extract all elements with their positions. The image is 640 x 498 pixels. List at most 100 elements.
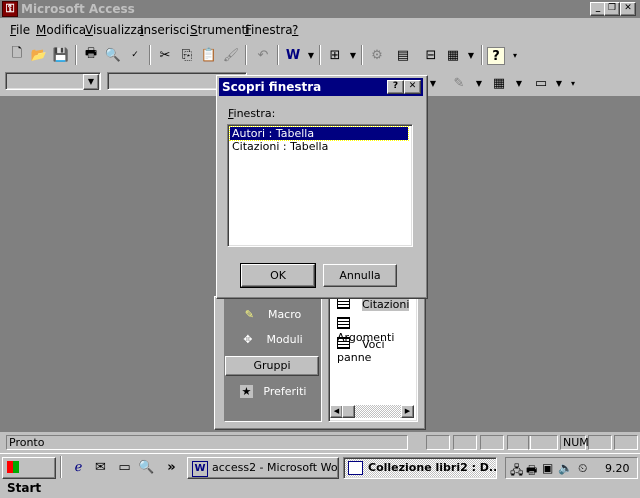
task-scheduler-icon[interactable]: ⏲ (578, 461, 587, 476)
status-panel (480, 435, 504, 450)
toolbar-separator (319, 45, 321, 65)
chevron-down-icon[interactable]: ▼ (469, 73, 489, 93)
paste-icon[interactable]: 📋 (199, 45, 219, 65)
code-icon[interactable]: ⚙ (367, 45, 387, 65)
taskbar: Start ℯ ✉ ▭ 🔍 » W access2 - Microsoft Wo… (0, 453, 640, 495)
taskbar-separator (60, 456, 62, 478)
chevron-down-icon[interactable]: ▾ (563, 73, 583, 93)
line-color-icon[interactable]: ✎ (449, 73, 469, 93)
chevron-down-icon[interactable]: ▼ (343, 45, 363, 65)
print-icon[interactable]: 🖶 (81, 45, 101, 65)
list-item[interactable]: Voci panne (337, 337, 417, 364)
object-combo[interactable]: ▼ (5, 72, 101, 90)
app-title-bar[interactable]: ⚿ Microsoft Access _ ❐ ✕ (0, 0, 640, 18)
relationships-icon[interactable]: ⊟ (421, 45, 441, 65)
close-button[interactable]: ✕ (620, 2, 636, 16)
print-preview-icon[interactable]: 🔍 (103, 45, 123, 65)
menu-help[interactable]: ? (292, 23, 298, 37)
macro-icon: ✎ (244, 308, 254, 321)
table-icon (337, 317, 350, 329)
chevron-down-icon[interactable]: ▼ (509, 73, 529, 93)
finestra-label: Finestra: (228, 107, 276, 120)
table-icon (337, 337, 350, 349)
internet-explorer-icon[interactable]: ℯ (70, 459, 87, 476)
toolbar-separator (481, 45, 483, 65)
volume-icon[interactable]: 🔈 (558, 461, 573, 475)
save-disk-icon[interactable]: 💾 (51, 45, 71, 65)
objects-bar-item-moduli[interactable]: ✥ Moduli (225, 333, 321, 346)
status-text: Pronto (6, 435, 408, 450)
chevron-down-icon[interactable]: ▼ (83, 74, 99, 90)
task-database[interactable]: Collezione libri2 : D... (343, 457, 497, 479)
undo-icon[interactable]: ↶ (253, 45, 273, 65)
scroll-right-icon[interactable]: ▶ (401, 405, 414, 418)
new-object-icon[interactable]: ▦ (443, 45, 463, 65)
groups-button[interactable]: Gruppi (225, 356, 319, 376)
dialog-title-bar[interactable]: Scopri finestra ? ✕ (219, 78, 423, 96)
scroll-thumb[interactable] (342, 405, 355, 418)
menu-inserisci[interactable]: Inserisci (140, 23, 189, 37)
copy-icon[interactable]: ⎘ (177, 45, 197, 65)
status-bar: Pronto NUM (0, 434, 640, 452)
app-title: Microsoft Access (21, 2, 135, 16)
start-button[interactable]: Start (2, 457, 56, 495)
objects-list[interactable]: Citazioni Argomenti Voci panne ◀ ▶ (328, 296, 418, 422)
status-panel (426, 435, 450, 450)
list-item[interactable]: Autori : Tabella (229, 126, 409, 141)
cancel-button[interactable]: Annulla (323, 264, 397, 287)
menu-visualizza[interactable]: Visualizza (85, 23, 144, 37)
word-icon: W (192, 461, 208, 477)
menu-file[interactable]: File (10, 23, 30, 37)
horizontal-scrollbar[interactable]: ◀ ▶ (330, 405, 414, 418)
menu-strumenti[interactable]: Strumenti (190, 23, 250, 37)
office-links-icon[interactable]: W (283, 45, 303, 65)
help-icon[interactable]: ? (487, 47, 505, 65)
quicklaunch-more-icon[interactable]: » (163, 459, 180, 476)
ok-button[interactable]: OK (240, 263, 316, 288)
show-desktop-icon[interactable]: ▭ (116, 459, 133, 476)
list-item[interactable]: Citazioni (337, 297, 410, 311)
outlook-express-icon[interactable]: ✉ (92, 459, 109, 476)
status-panel (614, 435, 638, 450)
status-panel (453, 435, 477, 450)
windows-logo-icon (7, 461, 19, 473)
menu-modifica[interactable]: Modifica (36, 23, 86, 37)
spelling-icon[interactable]: ✓ (125, 45, 145, 65)
menu-finestra[interactable]: Finestra (245, 23, 293, 37)
chevron-down-icon[interactable]: ▼ (461, 45, 481, 65)
format-painter-icon[interactable]: 🖌 (221, 45, 241, 65)
network-icon[interactable]: 🖧 (510, 461, 523, 482)
objects-bar-item-macro[interactable]: ✎ Macro (225, 308, 321, 321)
close-icon[interactable]: ✕ (404, 80, 421, 94)
toolbar-separator (245, 45, 247, 65)
module-icon: ✥ (243, 333, 253, 346)
access-key-icon[interactable]: ⚿ (2, 1, 18, 17)
search-icon[interactable]: 🔍 (138, 459, 155, 476)
printer-icon[interactable]: 🖶 (526, 461, 537, 482)
status-panel (528, 435, 558, 450)
new-document-icon[interactable]: 🗋 (7, 45, 27, 65)
system-tray: 🖧 🖶 ▣ 🔈 ⏲ 9.20 (505, 457, 638, 479)
window-listbox[interactable]: Autori : Tabella Citazioni : Tabella (227, 124, 413, 247)
list-item[interactable]: Citazioni : Tabella (230, 140, 330, 153)
favorites-folder-icon: ★ (239, 385, 254, 398)
gridlines-icon[interactable]: ▦ (489, 73, 509, 93)
clock[interactable]: 9.20 (605, 462, 630, 475)
analyze-icon[interactable]: ⊞ (325, 45, 345, 65)
cut-icon[interactable]: ✂ (155, 45, 175, 65)
display-icon[interactable]: ▣ (542, 461, 553, 475)
objects-bar-item-preferiti[interactable]: ★ Preferiti (225, 385, 321, 398)
toolbar-separator (75, 45, 77, 65)
restore-button[interactable]: ❐ (604, 2, 620, 16)
dialog-title: Scopri finestra (222, 80, 322, 94)
task-word[interactable]: W access2 - Microsoft Word (187, 457, 339, 479)
chevron-down-icon[interactable]: ▼ (301, 45, 321, 65)
help-icon[interactable]: ? (387, 80, 404, 94)
border-style-icon[interactable]: ▭ (531, 73, 551, 93)
chevron-down-icon[interactable]: ▾ (505, 45, 525, 65)
properties-icon[interactable]: ▤ (393, 45, 413, 65)
toolbar-separator (361, 45, 363, 65)
open-folder-icon[interactable]: 📂 (29, 45, 49, 65)
toolbar-separator (149, 45, 151, 65)
num-lock-indicator: NUM (560, 435, 589, 450)
